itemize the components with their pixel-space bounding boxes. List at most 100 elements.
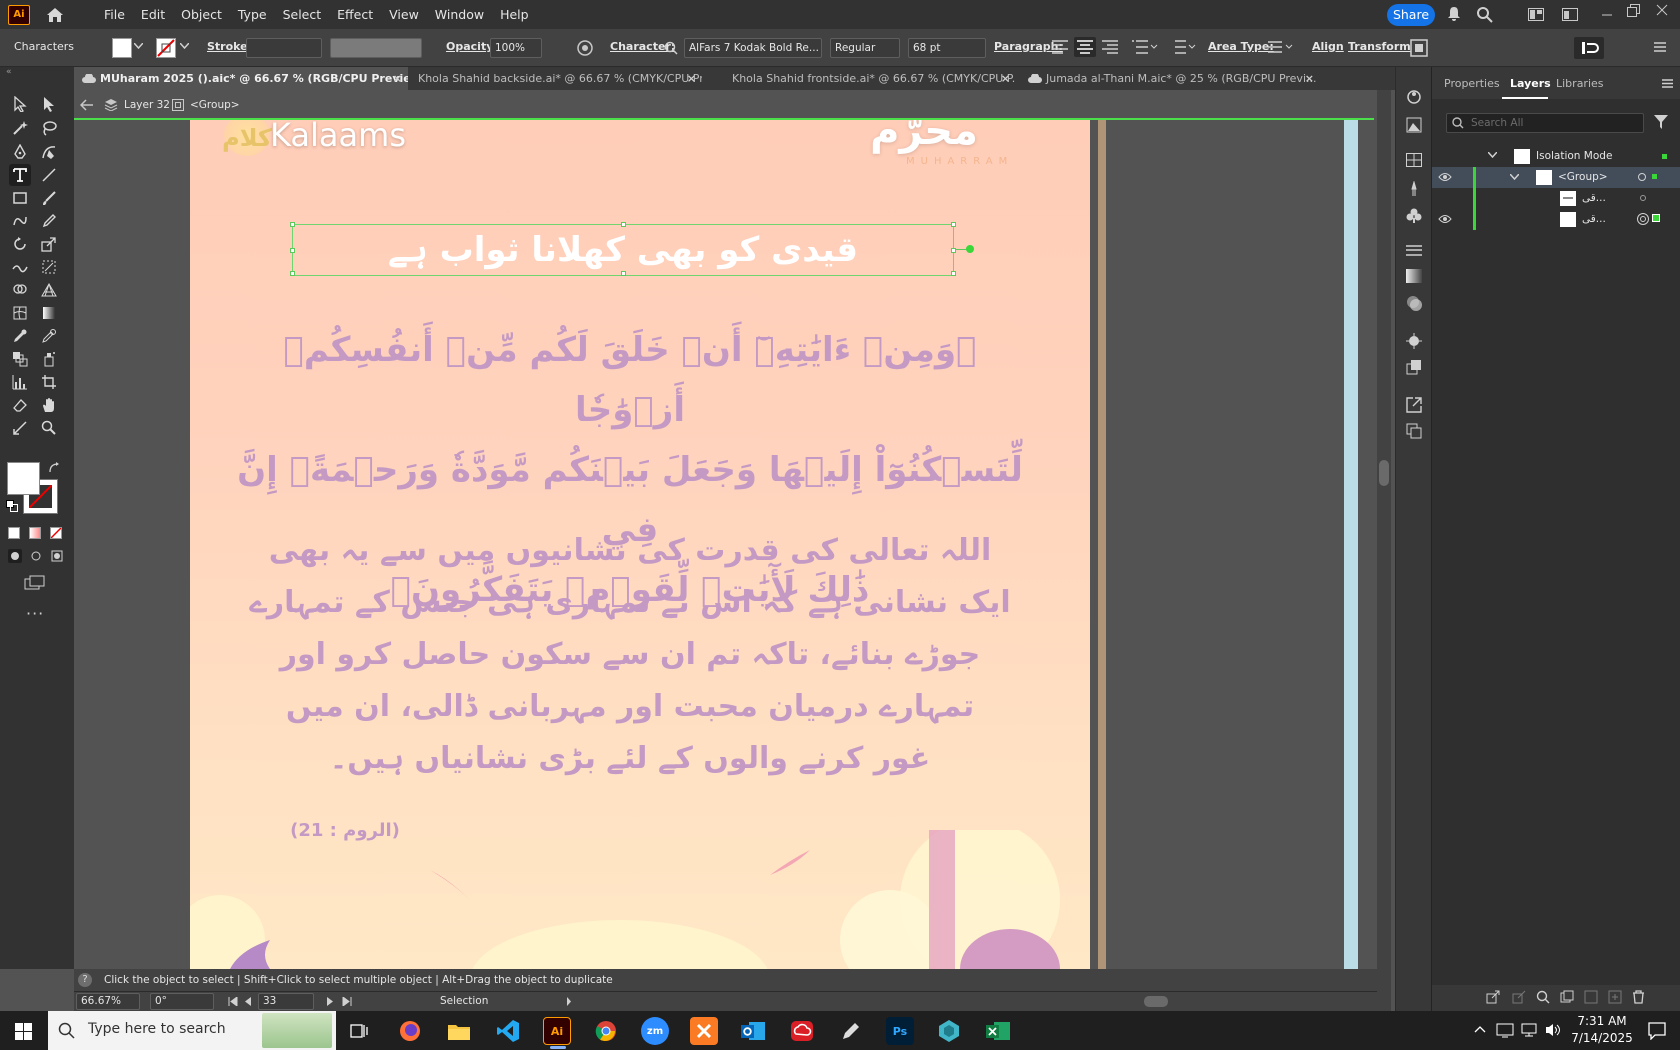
filter-icon[interactable] xyxy=(1654,115,1668,129)
font-search-icon[interactable] xyxy=(664,41,678,55)
share-button[interactable]: Share xyxy=(1387,4,1435,26)
illustrator-icon[interactable]: Ai xyxy=(543,1017,571,1049)
bullets-icon[interactable] xyxy=(1132,40,1158,54)
opacity-field[interactable]: 100% xyxy=(490,38,542,58)
document-canvas[interactable]: کلام Kalaams محرّم MUHARRAM قیدی کو بھی … xyxy=(74,120,1374,969)
paintbrush-tool-icon[interactable] xyxy=(38,187,60,209)
horizontal-scroll-thumb[interactable] xyxy=(1144,996,1168,1007)
screen-mode-icon[interactable] xyxy=(24,575,46,591)
swatches-icon[interactable] xyxy=(1406,153,1422,167)
back-arrow-icon[interactable] xyxy=(80,99,94,111)
slice-tool-icon[interactable] xyxy=(9,417,31,439)
transparency-icon[interactable] xyxy=(1406,295,1422,311)
menu-type[interactable]: Type xyxy=(230,0,275,29)
artboard-number-field[interactable]: 33 xyxy=(258,993,314,1010)
menu-file[interactable]: File xyxy=(96,0,133,29)
fill-color-swatch-front[interactable] xyxy=(7,462,40,495)
layer-row-text-1[interactable]: قی... xyxy=(1432,188,1680,209)
rotation-field[interactable]: 0° xyxy=(150,993,214,1010)
draw-normal-icon[interactable] xyxy=(8,549,22,563)
layer-row-text-2[interactable]: قی... xyxy=(1432,209,1680,230)
close-tab-icon[interactable]: × xyxy=(687,67,696,90)
hand-tool-icon[interactable] xyxy=(38,394,60,416)
menu-help[interactable]: Help xyxy=(492,0,537,29)
eye-icon[interactable] xyxy=(1438,214,1452,224)
image-trace-icon[interactable] xyxy=(1406,117,1422,133)
menu-effect[interactable]: Effect xyxy=(329,0,381,29)
more-tools-icon[interactable]: ··· xyxy=(26,604,44,623)
new-sublayer-icon[interactable] xyxy=(1584,990,1598,1004)
next-artboard-icon[interactable] xyxy=(326,997,334,1006)
display-icon[interactable] xyxy=(1496,1022,1514,1038)
tab-layers[interactable]: Layers xyxy=(1510,77,1551,90)
excel-icon[interactable] xyxy=(984,1017,1012,1045)
last-artboard-icon[interactable] xyxy=(342,997,352,1006)
zoom-tool-icon[interactable] xyxy=(38,417,60,439)
selection-indicator[interactable] xyxy=(1652,174,1657,179)
xampp-icon[interactable] xyxy=(690,1017,718,1045)
recolor-icon[interactable] xyxy=(576,39,594,57)
close-tab-icon[interactable]: × xyxy=(1001,67,1010,90)
clipping-mask-icon[interactable] xyxy=(1560,990,1574,1004)
chevron-down-icon[interactable] xyxy=(180,43,189,49)
arrange-documents-icon[interactable] xyxy=(1562,8,1578,21)
brushes-icon[interactable] xyxy=(1406,181,1422,197)
lasso-tool-icon[interactable] xyxy=(38,117,60,139)
taskbar-search-input[interactable]: Type here to search xyxy=(48,1011,336,1050)
prev-artboard-icon[interactable] xyxy=(244,997,252,1006)
direct-selection-tool-icon[interactable] xyxy=(38,93,60,115)
search-icon[interactable] xyxy=(1476,6,1493,23)
eye-icon[interactable] xyxy=(1438,172,1452,182)
free-transform-tool-icon[interactable] xyxy=(38,256,60,278)
variable-width-profile[interactable] xyxy=(330,38,422,58)
mesh-tool-icon[interactable] xyxy=(9,302,31,324)
pen-tool-icon[interactable] xyxy=(837,1017,865,1045)
tab-khola-frontside[interactable]: Khola Shahid frontside.ai* @ 66.67 % (CM… xyxy=(724,67,1016,90)
menu-icon[interactable] xyxy=(1654,42,1666,52)
chevron-down-icon[interactable] xyxy=(1488,152,1497,158)
locate-object-icon[interactable] xyxy=(1536,990,1550,1004)
task-view-icon[interactable] xyxy=(350,1022,368,1040)
new-layer-icon[interactable] xyxy=(1608,990,1622,1004)
blend-tool-icon[interactable] xyxy=(9,348,31,370)
zoom-icon[interactable]: zm xyxy=(641,1017,669,1045)
chevron-up-icon[interactable] xyxy=(1474,1025,1486,1033)
none-mode-icon[interactable] xyxy=(50,527,62,539)
outlook-icon[interactable] xyxy=(739,1017,767,1045)
gradient-tool-icon[interactable] xyxy=(38,302,60,324)
shape-builder-tool-icon[interactable] xyxy=(9,279,31,301)
network-icon[interactable] xyxy=(1520,1022,1538,1038)
rectangle-tool-icon[interactable] xyxy=(9,187,31,209)
app-icon[interactable] xyxy=(935,1017,963,1045)
symbol-sprayer-tool-icon[interactable] xyxy=(38,348,60,370)
artboards-icon[interactable] xyxy=(1406,423,1422,439)
warp-tool-icon[interactable] xyxy=(9,256,31,278)
transform-link[interactable]: Transform xyxy=(1348,40,1411,53)
target-selected-icon[interactable] xyxy=(1637,213,1649,225)
artboard-tool-icon[interactable] xyxy=(38,371,60,393)
breadcrumb-group[interactable]: <Group> xyxy=(190,99,240,111)
draw-behind-icon[interactable] xyxy=(29,549,43,563)
headline-text-frame[interactable]: قیدی کو بھی کھلانا ثواب ہے xyxy=(290,222,974,276)
windows-start-icon[interactable] xyxy=(15,1023,32,1040)
taskbar-time[interactable]: 7:31 AM xyxy=(1572,1014,1632,1028)
tab-jumada[interactable]: Jumada al-Thani M.aic* @ 25 % (RGB/CPU P… xyxy=(1020,67,1320,90)
default-colors-icon[interactable] xyxy=(6,500,18,512)
creative-cloud-icon[interactable] xyxy=(788,1017,816,1045)
trash-icon[interactable] xyxy=(1632,990,1645,1004)
file-explorer-icon[interactable] xyxy=(445,1017,473,1045)
shaper-tool-icon[interactable] xyxy=(9,210,31,232)
workspace-icon[interactable] xyxy=(1528,8,1544,21)
notifications-icon[interactable] xyxy=(1648,1022,1666,1040)
graphic-styles-icon[interactable] xyxy=(1406,359,1422,375)
layer-row-isolation[interactable]: Isolation Mode xyxy=(1432,146,1680,167)
numbering-icon[interactable] xyxy=(1170,40,1196,54)
tab-muharam[interactable]: MUharam 2025 ().aic* @ 66.67 % (RGB/CPU … xyxy=(74,67,408,90)
taskbar-date[interactable]: 7/14/2025 xyxy=(1568,1031,1636,1045)
vscode-icon[interactable] xyxy=(494,1017,522,1045)
type-tool-icon[interactable] xyxy=(9,164,31,186)
gradient-panel-icon[interactable] xyxy=(1406,269,1422,283)
chrome-icon[interactable] xyxy=(592,1017,620,1045)
layer-row-group[interactable]: <Group> xyxy=(1432,167,1680,188)
stroke-weight-field[interactable] xyxy=(246,38,322,58)
